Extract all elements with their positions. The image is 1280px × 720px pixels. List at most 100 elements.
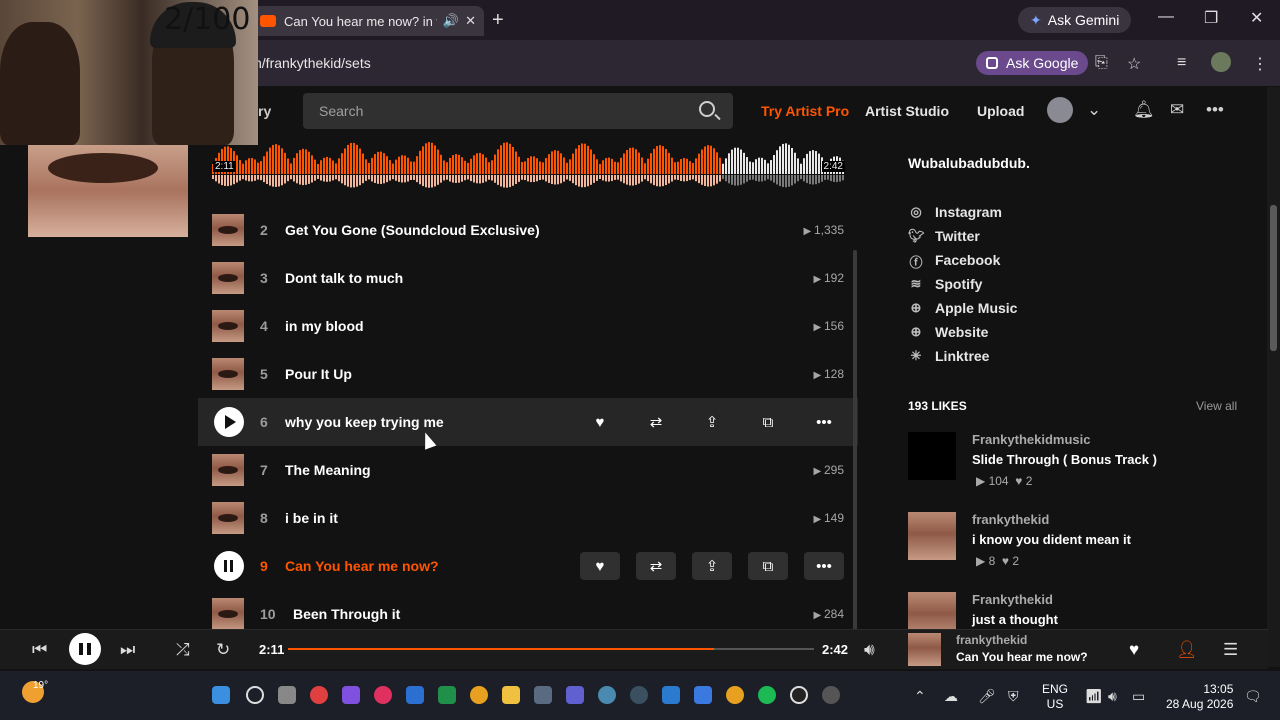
browser-tab[interactable]: Can You hear me now? in w 🔊 ✕ [252,6,484,36]
track-row[interactable]: 4 in my blood 156 [198,302,858,350]
track-title[interactable]: Been Through it [293,606,400,622]
new-tab-icon[interactable]: + [492,9,504,32]
search-icon[interactable] [246,686,264,704]
speaker-icon[interactable]: 🔊 [443,13,459,29]
user-avatar[interactable] [1047,97,1073,123]
security-icon[interactable]: ⛨ [1008,688,1019,705]
tracklist-scrollbar[interactable] [853,250,857,630]
microphone-icon[interactable]: 🎤︎ [978,688,996,705]
link-twitter[interactable]: 🐦︎ Twitter [908,224,1017,248]
start-icon[interactable] [212,686,230,704]
word-icon[interactable] [406,686,424,704]
search-input[interactable]: Search [303,93,733,129]
liked-track-artwork[interactable] [908,592,956,629]
track-row[interactable]: 8 i be in it 149 [198,494,858,542]
search-icon[interactable] [699,101,715,117]
ask-gemini-button[interactable]: ✦ Ask Gemini [1018,7,1132,33]
copy-link-icon[interactable]: ⧉ [748,408,788,436]
app-icon[interactable] [598,686,616,704]
liked-track-artist[interactable]: Frankythekidmusic [972,432,1091,447]
notifications-icon[interactable]: 🗨︎ [1244,688,1262,705]
track-row[interactable]: 10 Been Through it 284 [198,590,858,629]
copy-link-icon[interactable]: ⧉ [748,552,788,580]
link-linktree[interactable]: ✳ Linktree [908,344,1017,368]
page-scrollbar[interactable] [1267,87,1280,667]
share-icon[interactable]: ⇪ [692,552,732,580]
app-icon[interactable] [374,686,392,704]
app-icon[interactable] [630,686,648,704]
repost-icon[interactable]: ⇄ [636,552,676,580]
liked-track-artist[interactable]: Frankythekid [972,592,1053,607]
waveform[interactable]: 2:11 2:42 [212,134,846,192]
view-all-link[interactable]: View all [1196,399,1237,413]
play-icon[interactable] [214,407,244,437]
vscode-icon[interactable] [662,686,680,704]
like-heart-icon[interactable]: ♥ [580,552,620,580]
track-row[interactable]: 3 Dont talk to much 192 [198,254,858,302]
pause-button[interactable] [69,633,101,665]
close-tab-icon[interactable]: ✕ [465,13,476,29]
track-row[interactable]: 5 Pour It Up 128 [198,350,858,398]
minimize-icon[interactable]: — [1158,8,1174,26]
url-field[interactable]: n/frankythekid/sets [254,55,371,71]
next-up-queue-icon[interactable]: ☰ [1223,640,1238,660]
link-website[interactable]: ⊕ Website [908,320,1017,344]
track-title[interactable]: Get You Gone (Soundcloud Exclusive) [285,222,540,238]
track-row-now-playing[interactable]: 9 Can You hear me now? ♥ ⇄ ⇪ ⧉ ••• [198,542,858,590]
pause-icon[interactable] [214,551,244,581]
chrome-icon[interactable] [470,686,488,704]
now-playing-artist[interactable]: frankythekid [956,633,1027,647]
more-options-icon[interactable]: ••• [804,408,844,436]
track-title[interactable]: in my blood [285,318,364,334]
track-title[interactable]: i be in it [285,510,338,526]
profile-avatar-icon[interactable] [1211,52,1231,72]
track-row-hovered[interactable]: 6 why you keep trying me ♥ ⇄ ⇪ ⧉ ••• [198,398,858,446]
bell-icon[interactable]: 🔔︎ [1133,100,1155,120]
app-icon[interactable] [694,686,712,704]
track-title[interactable]: Pour It Up [285,366,352,382]
track-title[interactable]: why you keep trying me [285,414,444,430]
next-track-icon[interactable]: ⏭ [120,640,135,660]
mail-icon[interactable]: ✉ [1170,100,1184,120]
waveform-bars[interactable] [212,134,846,192]
tray-overflow-icon[interactable]: ⌃ [914,688,926,705]
teams-icon[interactable] [566,686,584,704]
liked-track-title[interactable]: just a thought [972,612,1058,627]
restore-icon[interactable]: ❐ [1204,8,1218,28]
spotify-icon[interactable] [758,686,776,704]
more-menu-icon[interactable]: ⋮ [1252,54,1268,74]
shuffle-icon[interactable]: ⤮ [176,640,190,660]
liked-track-title[interactable]: Slide Through ( Bonus Track ) [972,452,1157,467]
track-title[interactable]: Dont talk to much [285,270,403,286]
liked-track[interactable]: frankythekid i know you dident mean it ▶… [908,512,1238,572]
liked-track-artist[interactable]: frankythekid [972,512,1049,527]
file-explorer-icon[interactable] [502,686,520,704]
install-app-icon[interactable]: ⎘ [1095,54,1108,72]
link-apple-music[interactable]: ⊕ Apple Music [908,296,1018,320]
link-instagram[interactable]: ◎ Instagram [908,200,1017,224]
nav-library-fragment[interactable]: ry [258,103,271,119]
like-heart-icon[interactable]: ♥ [580,408,620,436]
repost-icon[interactable]: ⇄ [636,408,676,436]
previous-track-icon[interactable]: ⏮ [32,640,47,660]
now-playing-title[interactable]: Can You hear me now? [956,650,1088,664]
media-queue-icon[interactable]: ≡ [1177,54,1186,72]
follow-user-icon[interactable]: 👤︎ [1176,640,1198,660]
close-window-icon[interactable]: ✕ [1250,8,1263,28]
track-title[interactable]: The Meaning [285,462,371,478]
now-playing-artwork[interactable] [908,633,941,666]
liked-track[interactable]: Frankythekidmusic Slide Through ( Bonus … [908,432,1238,492]
speaker-icon[interactable]: 🔊︎ [1108,688,1117,705]
link-facebook[interactable]: ⓕ Facebook [908,248,1017,272]
volume-icon[interactable]: 🔊︎ [864,640,875,660]
more-options-icon[interactable]: ••• [804,552,844,580]
link-spotify[interactable]: ≋ Spotify [908,272,1017,296]
app-icon[interactable] [822,686,840,704]
try-artist-pro-link[interactable]: Try Artist Pro [761,103,849,119]
liked-track-artwork[interactable] [908,512,956,560]
share-icon[interactable]: ⇪ [692,408,732,436]
copilot-icon[interactable] [342,686,360,704]
like-heart-icon[interactable]: ♥ [1129,640,1139,660]
ask-google-button[interactable]: Ask Google [976,51,1089,75]
track-row[interactable]: 7 The Meaning 295 [198,446,858,494]
